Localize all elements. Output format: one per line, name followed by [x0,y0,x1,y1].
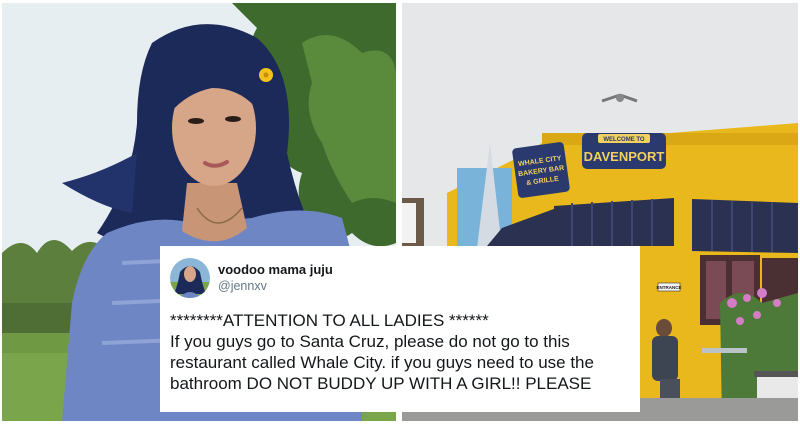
sign-entrance: ENTRANCE [656,285,681,290]
tweet-text-line: If you guys go to Santa Cruz, please do … [170,332,570,351]
tweet-author: voodoo mama juju @jennxv [218,261,333,295]
tweet-text-line: ********ATTENTION TO ALL LADIES ****** [170,311,489,330]
sign-town: DAVENPORT [584,149,665,164]
sign-welcome: WELCOME TO [603,137,645,143]
profile-avatar[interactable] [170,258,210,298]
tweet-text: ********ATTENTION TO ALL LADIES ****** I… [170,310,628,394]
author-handle[interactable]: @jennxv [218,278,333,295]
tweet-card: voodoo mama juju @jennxv ********ATTENTI… [160,246,640,412]
tweet-header: voodoo mama juju @jennxv [170,256,628,300]
tweet-text-line: restaurant called Whale City. if you guy… [170,353,594,372]
tweet-text-line: bathroom DO NOT BUDDY UP WITH A GIRL!! P… [170,374,592,393]
author-display-name[interactable]: voodoo mama juju [218,261,333,278]
